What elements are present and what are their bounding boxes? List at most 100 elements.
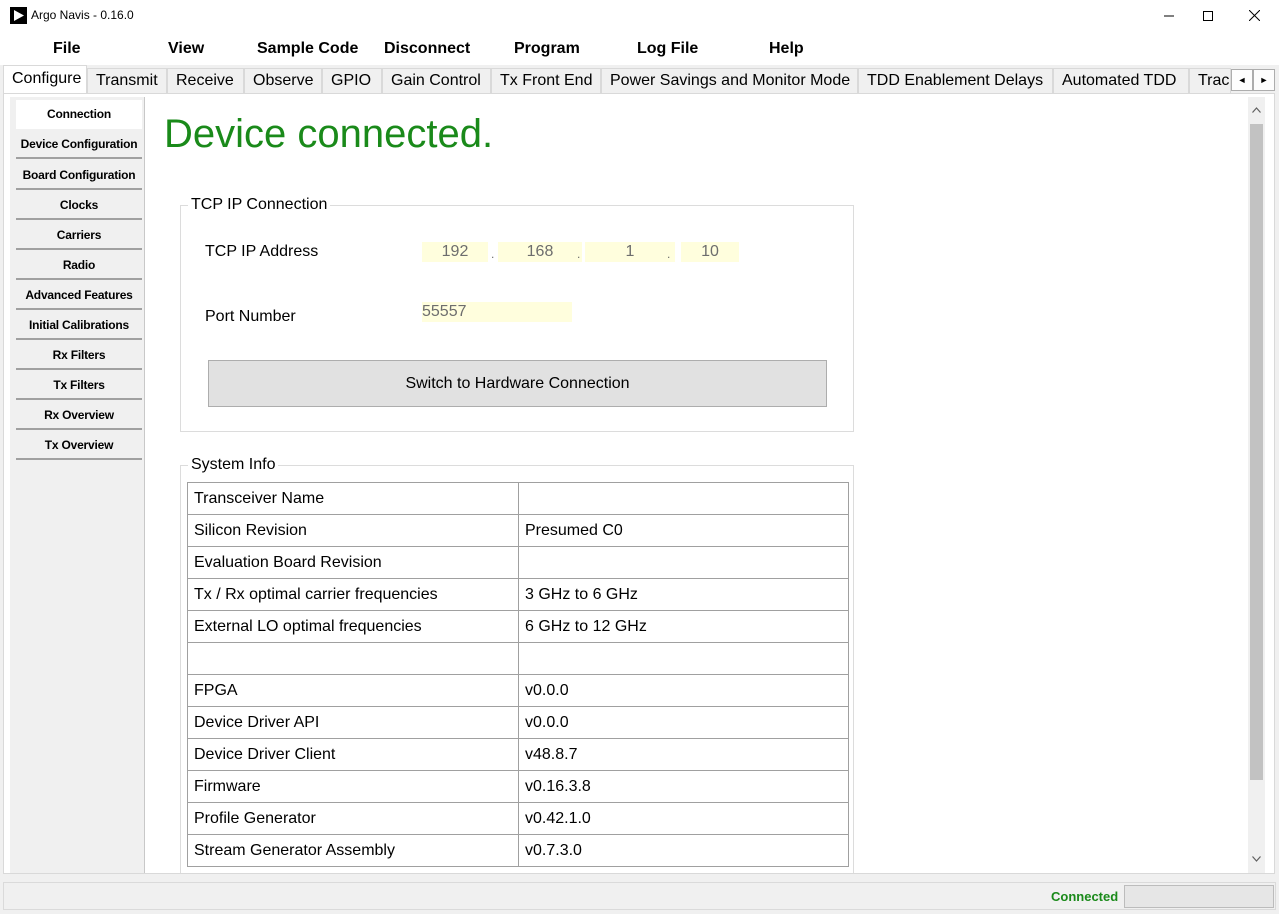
system-info-key-cell: Tx / Rx optimal carrier frequencies [187,578,519,611]
chevron-down-icon [1252,849,1261,867]
tab-automated-tdd[interactable]: Automated TDD [1053,68,1189,94]
menu-file[interactable]: File [53,40,81,58]
system-info-key-cell: Profile Generator [187,802,519,835]
ip-separator: . [491,247,495,261]
ip-octet-3-field[interactable]: 1 [585,242,675,262]
table-row [187,642,849,675]
sidebar-item-carriers[interactable]: Carriers [16,221,142,250]
connection-page: Device connected. TCP IP Connection TCP … [144,97,1248,873]
scroll-up-button[interactable] [1248,100,1265,117]
sidebar-item-device-configuration[interactable]: Device Configuration [16,130,142,159]
system-info-value-cell: 3 GHz to 6 GHz [518,578,849,611]
system-info-key-cell: Stream Generator Assembly [187,834,519,867]
system-info-key-cell: Device Driver Client [187,738,519,771]
table-row: Device Driver Client v48.8.7 [187,738,849,771]
ip-octet-2-field[interactable]: 168 [498,242,582,262]
system-info-value-cell: Presumed C0 [518,514,849,547]
menu-program[interactable]: Program [514,40,580,58]
close-button[interactable] [1231,0,1277,31]
connection-status-text: Connected [1051,889,1119,904]
vertical-scrollbar[interactable] [1248,97,1265,873]
sidebar-item-clocks[interactable]: Clocks [16,191,142,220]
system-info-key-cell: Silicon Revision [187,514,519,547]
table-row: Stream Generator Assembly v0.7.3.0 [187,834,849,867]
sidebar-item-tx-overview[interactable]: Tx Overview [16,431,142,460]
system-info-value-cell: v0.42.1.0 [518,802,849,835]
chevron-up-icon [1252,100,1261,118]
tab-gain-control[interactable]: Gain Control [382,68,491,94]
minimize-icon [1164,11,1174,21]
tcp-ip-address-label: TCP IP Address [205,243,319,260]
system-info-value-cell [518,546,849,579]
port-number-field[interactable]: 55557 [422,302,572,322]
connection-status-heading: Device connected. [164,112,494,156]
system-info-key-cell: Transceiver Name [187,482,519,515]
menu-help[interactable]: Help [769,40,804,58]
tab-tx-front-end[interactable]: Tx Front End [491,68,601,94]
scrollbar-thumb[interactable] [1250,124,1263,780]
sidebar: Connection Device Configuration Board Co… [10,97,144,873]
sidebar-item-rx-filters[interactable]: Rx Filters [16,341,142,370]
menu-disconnect[interactable]: Disconnect [384,40,470,58]
ip-separator: . [667,247,671,261]
system-info-value-cell [518,482,849,515]
system-info-value-cell: v0.0.0 [518,674,849,707]
status-progress-bar [1124,885,1274,908]
switch-to-hardware-connection-button[interactable]: Switch to Hardware Connection [208,360,827,407]
arrow-left-icon: ◄ [1237,75,1247,85]
system-info-value-cell: v0.7.3.0 [518,834,849,867]
status-bar: Connected [3,882,1276,910]
sidebar-item-initial-calibrations[interactable]: Initial Calibrations [16,311,142,340]
tab-tdd-enablement-delays[interactable]: TDD Enablement Delays [858,68,1053,94]
system-info-value-cell [518,642,849,675]
table-row: FPGA v0.0.0 [187,674,849,707]
tab-receive[interactable]: Receive [167,68,244,94]
ip-octet-1-field[interactable]: 192 [422,242,488,262]
system-info-value-cell: v48.8.7 [518,738,849,771]
menu-view[interactable]: View [168,40,204,58]
app-logo-icon [10,7,27,24]
system-info-value-cell: v0.16.3.8 [518,770,849,803]
maximize-button[interactable] [1185,0,1231,31]
table-row: Device Driver API v0.0.0 [187,706,849,739]
arrow-right-icon: ► [1259,75,1269,85]
tab-gpio[interactable]: GPIO [322,68,382,94]
system-info-key-cell: Firmware [187,770,519,803]
tab-observe[interactable]: Observe [244,68,322,94]
tab-configure[interactable]: Configure [3,65,87,94]
scroll-down-button[interactable] [1248,849,1265,866]
system-info-value-cell: v0.0.0 [518,706,849,739]
sidebar-item-radio[interactable]: Radio [16,251,142,280]
tab-scroll-left-button[interactable]: ◄ [1231,69,1253,91]
tab-power-savings[interactable]: Power Savings and Monitor Mode [601,68,858,94]
system-info-key-cell [187,642,519,675]
tab-transmit[interactable]: Transmit [87,68,167,94]
table-row: Silicon Revision Presumed C0 [187,514,849,547]
table-row: External LO optimal frequencies 6 GHz to … [187,610,849,643]
tab-scroll-right-button[interactable]: ► [1253,69,1275,91]
system-info-key-cell: Device Driver API [187,706,519,739]
menu-log-file[interactable]: Log File [637,40,698,58]
ip-octet-4-field[interactable]: 10 [681,242,739,262]
sidebar-item-board-configuration[interactable]: Board Configuration [16,161,142,190]
configure-panel: Connection Device Configuration Board Co… [3,93,1275,874]
sidebar-item-rx-overview[interactable]: Rx Overview [16,401,142,430]
window-title: Argo Navis - 0.16.0 [31,8,134,22]
system-info-key-cell: External LO optimal frequencies [187,610,519,643]
tcp-ip-group-title: TCP IP Connection [188,196,331,214]
table-row: Firmware v0.16.3.8 [187,770,849,803]
maximize-icon [1203,10,1213,21]
table-row: Transceiver Name [187,482,849,515]
system-info-value-cell: 6 GHz to 12 GHz [518,610,849,643]
port-number-label: Port Number [205,308,296,325]
menu-bar: File View Sample Code Disconnect Program… [0,31,1279,65]
sidebar-item-connection[interactable]: Connection [16,100,142,129]
menu-sample-code[interactable]: Sample Code [257,40,358,58]
system-info-table: Transceiver Name Silicon Revision Presumed… [187,482,849,867]
table-row: Profile Generator v0.42.1.0 [187,802,849,835]
sidebar-item-tx-filters[interactable]: Tx Filters [16,371,142,400]
system-info-key-cell: Evaluation Board Revision [187,546,519,579]
tab-tracking[interactable]: Trac [1189,68,1231,94]
tab-strip: Configure Transmit Receive Observe GPIO … [0,65,1279,94]
sidebar-item-advanced-features[interactable]: Advanced Features [16,281,142,310]
